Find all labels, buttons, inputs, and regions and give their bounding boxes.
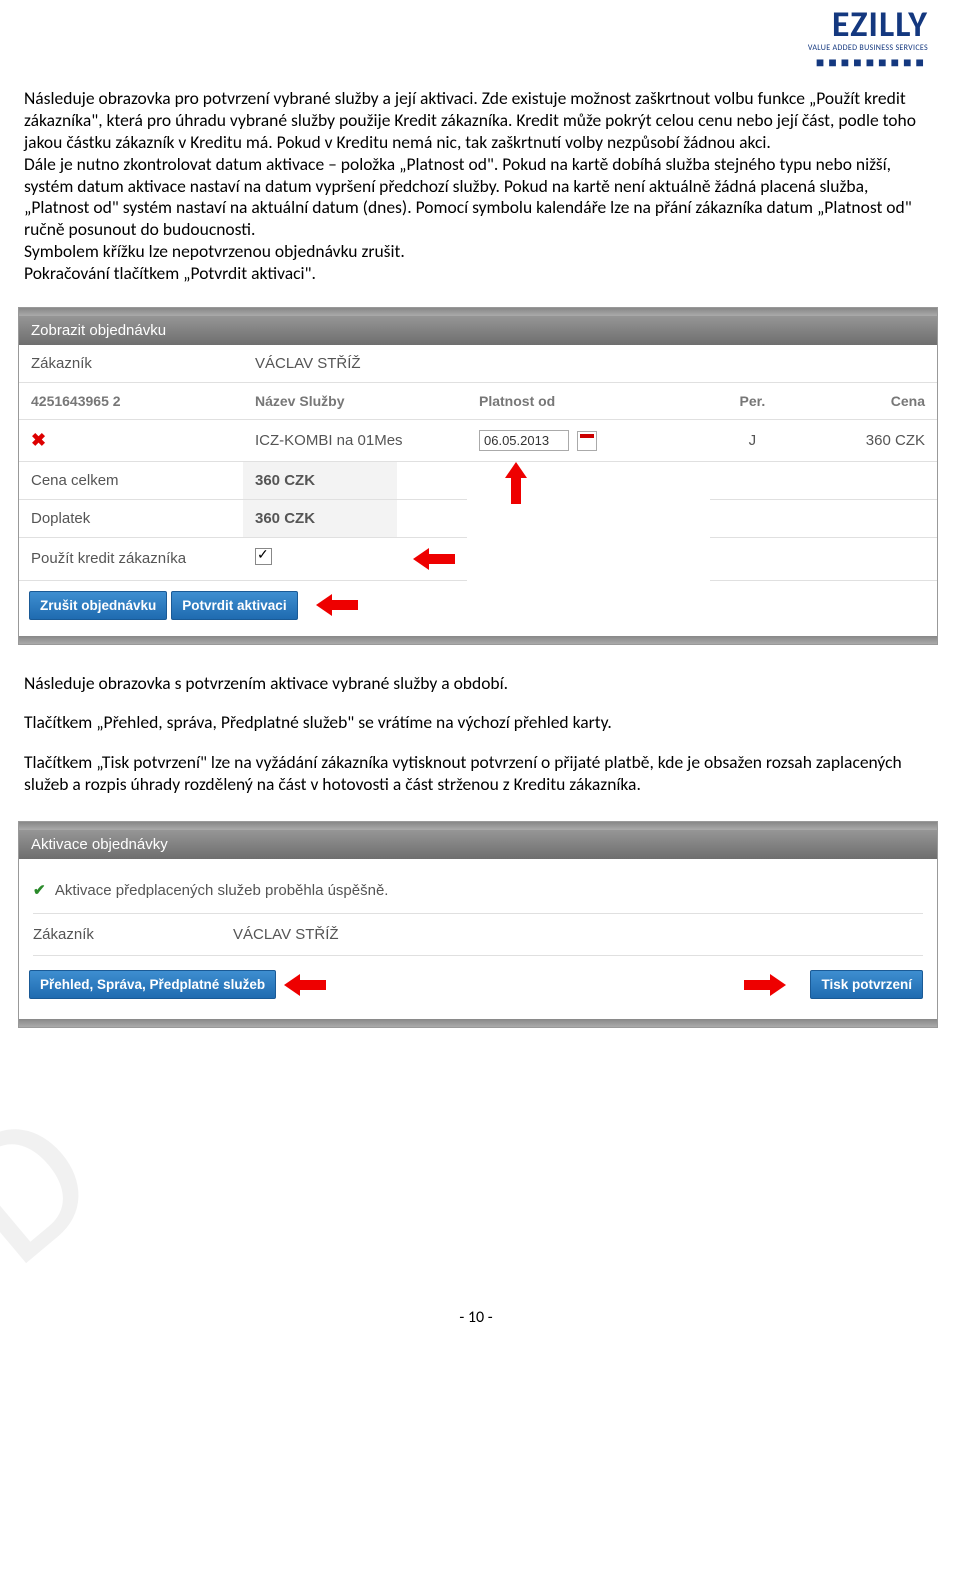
paragraph-6: Tlačítkem „Přehled, správa, Předplatné s… (24, 712, 928, 734)
customer2-value: VÁCLAV STŘÍŽ (233, 926, 339, 943)
logo-decoration: ■■■■■■■■■ (808, 56, 928, 70)
paragraph-1: Následuje obrazovka pro potvrzení vybran… (24, 88, 928, 154)
order-screenshot: Zobrazit objednávku Zákazník VÁCLAV STŘÍ… (18, 307, 938, 645)
mid-text: Následuje obrazovka s potvrzením aktivac… (24, 673, 928, 796)
card-id: 4251643965 2 (19, 382, 243, 419)
valid-from-input[interactable]: 06.05.2013 (479, 430, 569, 451)
customer2-label: Zákazník (33, 926, 233, 943)
total-value: 360 CZK (243, 461, 397, 499)
activation-screenshot: Aktivace objednávky ✔ Aktivace předplace… (18, 821, 938, 1028)
intro-text: Následuje obrazovka pro potvrzení vybran… (24, 88, 928, 285)
arrow-left-icon (280, 974, 326, 996)
surcharge-label: Doplatek (19, 499, 243, 537)
surcharge-value: 360 CZK (243, 499, 397, 537)
paragraph-4: Pokračování tlačítkem „Potvrdit aktivaci… (24, 263, 928, 285)
col-price: Cena (795, 382, 937, 419)
service-name: ICZ-KOMBI na 01Mes (243, 419, 467, 461)
success-message: Aktivace předplacených služeb proběhla ú… (55, 882, 389, 899)
use-credit-checkbox[interactable] (255, 548, 272, 565)
arrow-right-icon (744, 974, 790, 996)
overview-button[interactable]: Přehled, Správa, Předplatné služeb (29, 970, 276, 999)
arrow-left-icon (312, 594, 358, 616)
col-service: Název Služby (243, 382, 467, 419)
cancel-order-button[interactable]: Zrušit objednávku (29, 591, 167, 620)
customer-value: VÁCLAV STŘÍŽ (243, 345, 467, 383)
logo-block: EZILLY VALUE ADDED BUSINESS SERVICES ■■■… (808, 6, 928, 70)
watermark: D (0, 1051, 148, 1312)
cancel-row-icon[interactable]: ✖ (31, 430, 46, 450)
arrow-left-icon (409, 548, 455, 570)
customer-label: Zákazník (19, 345, 243, 383)
page-number: - 10 - (24, 1308, 928, 1327)
period-value: J (710, 419, 795, 461)
paragraph-7: Tlačítkem „Tisk potvrzení" lze na vyžádá… (24, 752, 928, 796)
logo-title: EZILLY (808, 6, 928, 42)
paragraph-5: Následuje obrazovka s potvrzením aktivac… (24, 673, 928, 695)
panel-title: Zobrazit objednávku (19, 316, 937, 345)
col-valid-from: Platnost od (467, 382, 710, 419)
use-credit-label: Použít kredit zákazníka (19, 537, 243, 580)
total-label: Cena celkem (19, 461, 243, 499)
print-confirmation-button[interactable]: Tisk potvrzení (810, 970, 923, 999)
logo-subtitle: VALUE ADDED BUSINESS SERVICES (808, 44, 928, 52)
paragraph-2: Dále je nutno zkontrolovat datum aktivac… (24, 154, 928, 242)
arrow-up-icon (505, 458, 527, 504)
price-value: 360 CZK (795, 419, 937, 461)
success-check-icon: ✔ (33, 882, 46, 899)
confirm-activation-button[interactable]: Potvrdit aktivaci (171, 591, 297, 620)
col-period: Per. (710, 382, 795, 419)
panel2-title: Aktivace objednávky (19, 830, 937, 859)
paragraph-3: Symbolem křížku lze nepotvrzenou objedná… (24, 241, 928, 263)
calendar-icon[interactable] (577, 431, 597, 451)
